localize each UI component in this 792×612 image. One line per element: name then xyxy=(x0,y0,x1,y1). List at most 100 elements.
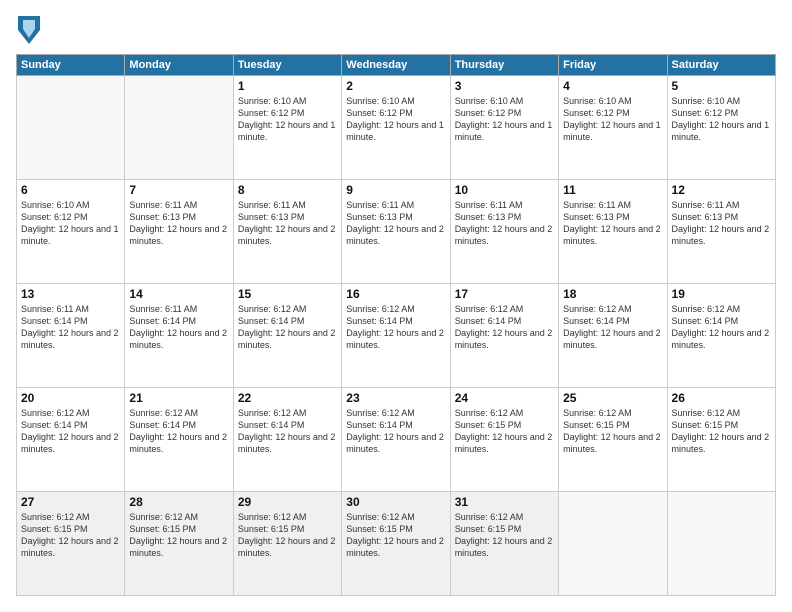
day-info: Sunrise: 6:11 AM Sunset: 6:13 PM Dayligh… xyxy=(238,199,337,248)
page: SundayMondayTuesdayWednesdayThursdayFrid… xyxy=(0,0,792,612)
day-info: Sunrise: 6:10 AM Sunset: 6:12 PM Dayligh… xyxy=(238,95,337,144)
day-number: 25 xyxy=(563,391,662,405)
day-number: 23 xyxy=(346,391,445,405)
calendar-cell: 20Sunrise: 6:12 AM Sunset: 6:14 PM Dayli… xyxy=(17,388,125,492)
calendar-cell: 13Sunrise: 6:11 AM Sunset: 6:14 PM Dayli… xyxy=(17,284,125,388)
day-number: 26 xyxy=(672,391,771,405)
week-row-2: 13 Sunrise: 6:11 AM Sunset: 6:14 PM Dayli… xyxy=(17,284,776,388)
calendar-cell: 14 Sunrise: 6:11 AM Sunset: 6:14 PM Dayli… xyxy=(125,284,233,388)
day-info: Sunrise: 6:12 AM Sunset: 6:15 PM Dayligh… xyxy=(346,511,445,560)
day-info: Sunrise: 6:12 AM Sunset: 6:15 PM Dayligh… xyxy=(455,511,554,560)
day-info: Sunrise: 6:12 AM Sunset: 6:14 PM Dayligh… xyxy=(238,303,337,352)
day-number: 3 xyxy=(455,79,554,93)
day-info: Sunrise: 6:11 AM Sunset: 6:13 PM Dayligh… xyxy=(346,199,445,248)
week-row-1: 6 Sunrise: 6:10 AM Sunset: 6:12 PM Daylig… xyxy=(17,180,776,284)
day-info: Sunrise: 6:10 AM Sunset: 6:12 PM Dayligh… xyxy=(563,95,662,144)
header-day-thursday: Thursday xyxy=(450,55,558,76)
day-number: 15 xyxy=(238,287,337,301)
day-number: 8 xyxy=(238,183,337,197)
calendar-cell: 3Sunrise: 6:10 AM Sunset: 6:12 PM Daylig… xyxy=(450,76,558,180)
day-number: 29 xyxy=(238,495,337,509)
header-day-tuesday: Tuesday xyxy=(233,55,341,76)
day-info: Sunrise: 6:12 AM Sunset: 6:15 PM Dayligh… xyxy=(563,407,662,456)
week-row-3: 20Sunrise: 6:12 AM Sunset: 6:14 PM Dayli… xyxy=(17,388,776,492)
calendar-cell xyxy=(17,76,125,180)
calendar-cell: 1 Sunrise: 6:10 AM Sunset: 6:12 PM Daylig… xyxy=(233,76,341,180)
day-number: 22 xyxy=(238,391,337,405)
day-info: Sunrise: 6:12 AM Sunset: 6:14 PM Dayligh… xyxy=(455,303,554,352)
calendar-cell: 8 Sunrise: 6:11 AM Sunset: 6:13 PM Daylig… xyxy=(233,180,341,284)
calendar: SundayMondayTuesdayWednesdayThursdayFrid… xyxy=(16,54,776,596)
day-info: Sunrise: 6:10 AM Sunset: 6:12 PM Dayligh… xyxy=(21,199,120,248)
day-info: Sunrise: 6:11 AM Sunset: 6:13 PM Dayligh… xyxy=(672,199,771,248)
header-day-monday: Monday xyxy=(125,55,233,76)
calendar-body: 1 Sunrise: 6:10 AM Sunset: 6:12 PM Daylig… xyxy=(17,76,776,596)
calendar-cell: 29 Sunrise: 6:12 AM Sunset: 6:15 PM Dayli… xyxy=(233,492,341,596)
day-info: Sunrise: 6:12 AM Sunset: 6:14 PM Dayligh… xyxy=(238,407,337,456)
calendar-cell: 6 Sunrise: 6:10 AM Sunset: 6:12 PM Daylig… xyxy=(17,180,125,284)
day-number: 5 xyxy=(672,79,771,93)
calendar-cell: 12 Sunrise: 6:11 AM Sunset: 6:13 PM Dayli… xyxy=(667,180,775,284)
header xyxy=(16,16,776,44)
day-info: Sunrise: 6:12 AM Sunset: 6:15 PM Dayligh… xyxy=(21,511,120,560)
week-row-4: 27 Sunrise: 6:12 AM Sunset: 6:15 PM Dayli… xyxy=(17,492,776,596)
day-number: 4 xyxy=(563,79,662,93)
day-number: 6 xyxy=(21,183,120,197)
week-row-0: 1 Sunrise: 6:10 AM Sunset: 6:12 PM Daylig… xyxy=(17,76,776,180)
day-info: Sunrise: 6:12 AM Sunset: 6:14 PM Dayligh… xyxy=(563,303,662,352)
logo-icon xyxy=(18,16,40,44)
day-info: Sunrise: 6:10 AM Sunset: 6:12 PM Dayligh… xyxy=(346,95,445,144)
calendar-cell: 24Sunrise: 6:12 AM Sunset: 6:15 PM Dayli… xyxy=(450,388,558,492)
day-info: Sunrise: 6:12 AM Sunset: 6:14 PM Dayligh… xyxy=(21,407,120,456)
calendar-cell xyxy=(559,492,667,596)
day-info: Sunrise: 6:11 AM Sunset: 6:14 PM Dayligh… xyxy=(129,303,228,352)
day-number: 2 xyxy=(346,79,445,93)
calendar-cell: 22 Sunrise: 6:12 AM Sunset: 6:14 PM Dayli… xyxy=(233,388,341,492)
calendar-cell: 27 Sunrise: 6:12 AM Sunset: 6:15 PM Dayli… xyxy=(17,492,125,596)
header-day-saturday: Saturday xyxy=(667,55,775,76)
day-number: 1 xyxy=(238,79,337,93)
day-number: 17 xyxy=(455,287,554,301)
day-number: 16 xyxy=(346,287,445,301)
calendar-header: SundayMondayTuesdayWednesdayThursdayFrid… xyxy=(17,55,776,76)
day-number: 14 xyxy=(129,287,228,301)
calendar-cell xyxy=(125,76,233,180)
calendar-cell: 2 Sunrise: 6:10 AM Sunset: 6:12 PM Daylig… xyxy=(342,76,450,180)
header-day-sunday: Sunday xyxy=(17,55,125,76)
calendar-cell: 28 Sunrise: 6:12 AM Sunset: 6:15 PM Dayli… xyxy=(125,492,233,596)
header-row: SundayMondayTuesdayWednesdayThursdayFrid… xyxy=(17,55,776,76)
day-number: 10 xyxy=(455,183,554,197)
calendar-cell: 17 Sunrise: 6:12 AM Sunset: 6:14 PM Dayli… xyxy=(450,284,558,388)
calendar-cell: 19 Sunrise: 6:12 AM Sunset: 6:14 PM Dayli… xyxy=(667,284,775,388)
calendar-cell: 30Sunrise: 6:12 AM Sunset: 6:15 PM Dayli… xyxy=(342,492,450,596)
calendar-cell: 21Sunrise: 6:12 AM Sunset: 6:14 PM Dayli… xyxy=(125,388,233,492)
day-info: Sunrise: 6:12 AM Sunset: 6:15 PM Dayligh… xyxy=(455,407,554,456)
day-info: Sunrise: 6:11 AM Sunset: 6:13 PM Dayligh… xyxy=(563,199,662,248)
header-day-friday: Friday xyxy=(559,55,667,76)
day-info: Sunrise: 6:12 AM Sunset: 6:14 PM Dayligh… xyxy=(129,407,228,456)
calendar-cell: 11 Sunrise: 6:11 AM Sunset: 6:13 PM Dayli… xyxy=(559,180,667,284)
calendar-cell: 18 Sunrise: 6:12 AM Sunset: 6:14 PM Dayli… xyxy=(559,284,667,388)
calendar-cell: 4 Sunrise: 6:10 AM Sunset: 6:12 PM Daylig… xyxy=(559,76,667,180)
calendar-cell: 26Sunrise: 6:12 AM Sunset: 6:15 PM Dayli… xyxy=(667,388,775,492)
header-day-wednesday: Wednesday xyxy=(342,55,450,76)
day-info: Sunrise: 6:11 AM Sunset: 6:13 PM Dayligh… xyxy=(129,199,228,248)
calendar-cell: 31Sunrise: 6:12 AM Sunset: 6:15 PM Dayli… xyxy=(450,492,558,596)
day-info: Sunrise: 6:12 AM Sunset: 6:15 PM Dayligh… xyxy=(129,511,228,560)
day-number: 18 xyxy=(563,287,662,301)
day-number: 12 xyxy=(672,183,771,197)
day-info: Sunrise: 6:12 AM Sunset: 6:14 PM Dayligh… xyxy=(346,303,445,352)
day-number: 19 xyxy=(672,287,771,301)
day-info: Sunrise: 6:12 AM Sunset: 6:15 PM Dayligh… xyxy=(238,511,337,560)
day-number: 7 xyxy=(129,183,228,197)
day-number: 13 xyxy=(21,287,120,301)
day-number: 27 xyxy=(21,495,120,509)
day-number: 11 xyxy=(563,183,662,197)
calendar-cell: 9Sunrise: 6:11 AM Sunset: 6:13 PM Daylig… xyxy=(342,180,450,284)
day-number: 28 xyxy=(129,495,228,509)
day-info: Sunrise: 6:12 AM Sunset: 6:14 PM Dayligh… xyxy=(672,303,771,352)
logo xyxy=(16,16,42,44)
calendar-cell: 23Sunrise: 6:12 AM Sunset: 6:14 PM Dayli… xyxy=(342,388,450,492)
calendar-cell xyxy=(667,492,775,596)
calendar-cell: 25 Sunrise: 6:12 AM Sunset: 6:15 PM Dayli… xyxy=(559,388,667,492)
